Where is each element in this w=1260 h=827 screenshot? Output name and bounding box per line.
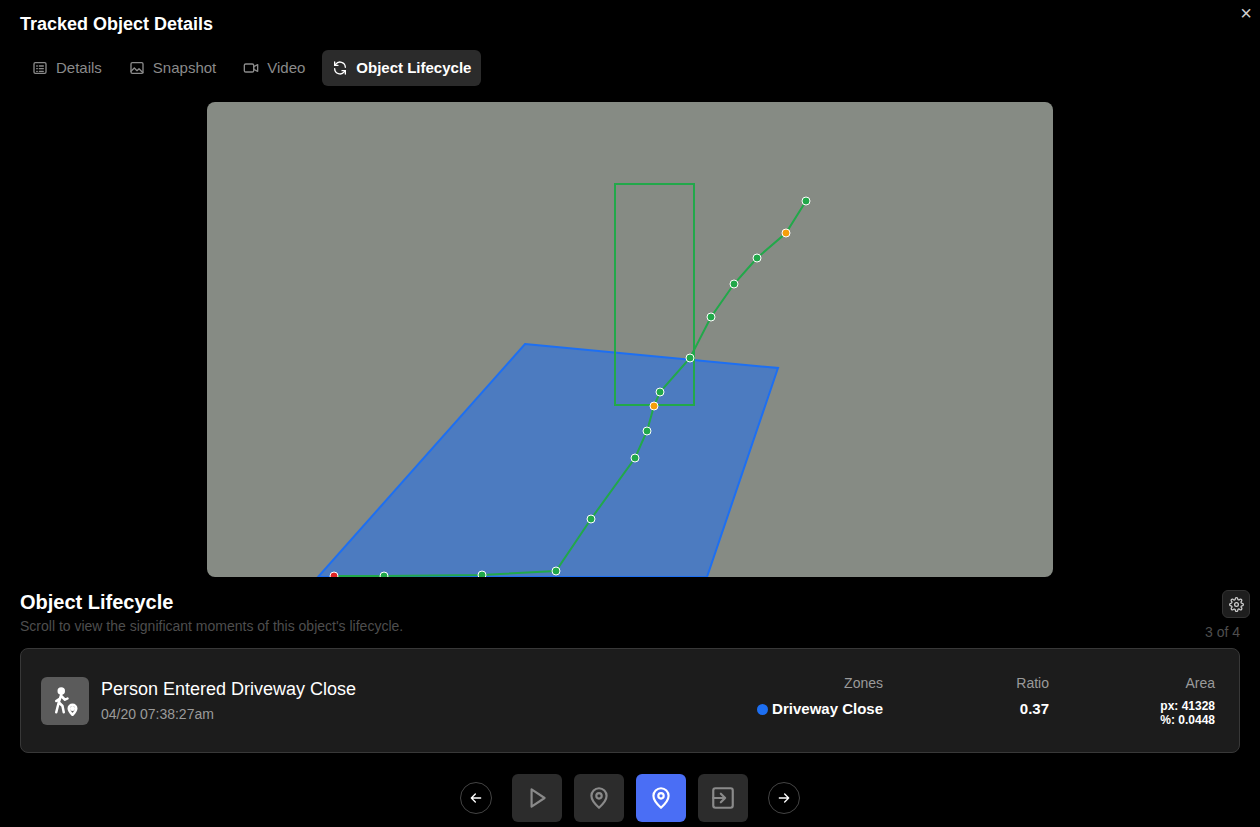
video-icon [243, 60, 259, 76]
tab[interactable]: Video [233, 50, 315, 86]
path-line [334, 201, 806, 576]
zones-column: Zones Driveway Close [733, 674, 883, 718]
lifecycle-section: Object Lifecycle Scroll to view the signi… [0, 590, 1260, 753]
path-point[interactable] [753, 254, 761, 262]
map-pin-icon [586, 785, 612, 811]
settings-button[interactable] [1222, 590, 1250, 618]
path-point[interactable] [552, 567, 560, 575]
zone-item: Driveway Close [757, 700, 883, 718]
previous-button[interactable] [460, 782, 492, 814]
arrow-right-icon [776, 790, 792, 806]
path-point[interactable] [650, 402, 658, 410]
refresh-icon [332, 60, 348, 76]
path-point[interactable] [380, 572, 388, 577]
bounding-box [615, 184, 694, 405]
path-point[interactable] [802, 197, 810, 205]
lifecycle-header: Object Lifecycle Scroll to view the signi… [20, 590, 1240, 641]
step-button[interactable] [512, 774, 562, 822]
event-card[interactable]: Person Entered Driveway Close 04/20 07:38… [20, 648, 1240, 753]
path-point[interactable] [686, 354, 694, 362]
ratio-column: Ratio 0.37 [883, 674, 1049, 718]
column-header: Ratio [1016, 674, 1049, 692]
dialog-header: Tracked Object Details× [0, 0, 1260, 35]
position-counter: 3 of 4 [1205, 623, 1240, 641]
tab-label: Snapshot [153, 57, 216, 80]
tab-label: Video [267, 57, 305, 80]
ratio-value: 0.37 [1020, 700, 1049, 718]
event-time: 04/20 07:38:27am [101, 705, 356, 723]
zone-dot [757, 704, 768, 715]
tab[interactable]: Details [22, 50, 112, 86]
video-frame [207, 102, 1053, 577]
tab[interactable]: Object Lifecycle [322, 50, 481, 86]
zone-name: Driveway Close [772, 700, 883, 718]
lifecycle-title: Object Lifecycle [20, 590, 403, 614]
path-point[interactable] [656, 388, 664, 396]
tab-bar: Details Snapshot Video Object Lifecycle [22, 50, 1260, 86]
play-icon [524, 785, 550, 811]
column-header: Zones [844, 674, 883, 692]
path-point[interactable] [782, 229, 790, 237]
map-pin-icon [648, 785, 674, 811]
path-point[interactable] [643, 427, 651, 435]
area-column: Area px: 41328%: 0.0448 [1049, 674, 1215, 727]
event-title: Person Entered Driveway Close [101, 678, 356, 700]
path-point[interactable] [330, 572, 338, 577]
gear-icon [1229, 597, 1244, 612]
step-button[interactable] [574, 774, 624, 822]
step-nav [0, 774, 1260, 822]
next-button[interactable] [768, 782, 800, 814]
overlay [207, 102, 1053, 577]
path-point[interactable] [478, 571, 486, 577]
tab-label: Details [56, 57, 102, 80]
tab-label: Object Lifecycle [356, 57, 471, 80]
image-icon [129, 60, 145, 76]
zone-polygon [318, 344, 778, 577]
exit-icon [710, 785, 736, 811]
person-zone-icon [50, 686, 80, 716]
lifecycle-subtitle: Scroll to view the significant moments o… [20, 617, 403, 635]
event-attributes: Zones Driveway Close Ratio 0.37 Area px: 4132… [733, 674, 1215, 727]
event-icon-box [41, 677, 89, 725]
path-point[interactable] [707, 313, 715, 321]
area-percent: %: 0.0448 [1160, 713, 1215, 727]
list-icon [32, 60, 48, 76]
arrow-left-icon [468, 790, 484, 806]
column-header: Area [1185, 674, 1215, 692]
close-button[interactable]: × [1240, 2, 1252, 24]
path-point[interactable] [587, 515, 595, 523]
step-button[interactable] [636, 774, 686, 822]
tab[interactable]: Snapshot [119, 50, 226, 86]
path-point[interactable] [631, 454, 639, 462]
dialog-title: Tracked Object Details [20, 13, 1240, 35]
area-px: px: 41328 [1160, 699, 1215, 713]
step-button[interactable] [698, 774, 748, 822]
path-point[interactable] [730, 280, 738, 288]
